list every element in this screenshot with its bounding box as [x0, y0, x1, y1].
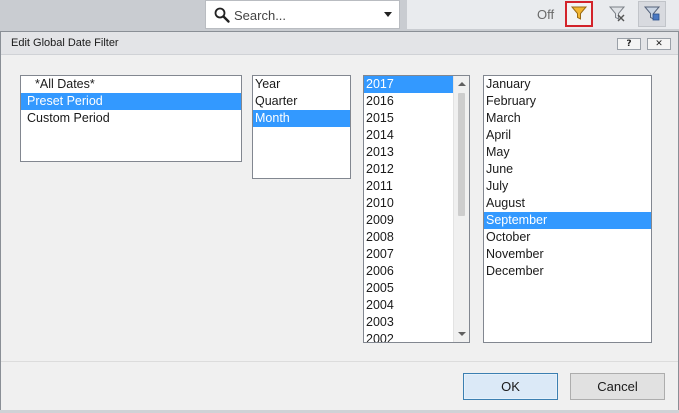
month-listbox[interactable]: January February March April May June Ju… — [483, 75, 652, 343]
period-listbox[interactable]: *All Dates* Preset Period Custom Period — [20, 75, 242, 162]
search-input[interactable] — [234, 6, 374, 24]
year-scrollbar[interactable] — [453, 76, 469, 342]
list-item[interactable]: November — [484, 246, 651, 263]
close-button[interactable]: ✕ — [647, 38, 671, 50]
scroll-up-arrow-icon[interactable] — [458, 82, 466, 86]
list-item[interactable]: May — [484, 144, 651, 161]
list-item[interactable]: Preset Period — [21, 93, 241, 110]
funnel-filter-icon — [570, 4, 588, 25]
list-item[interactable]: Year — [253, 76, 350, 93]
filter-tools: Off — [407, 0, 679, 29]
global-filter-button[interactable] — [565, 1, 593, 27]
list-item[interactable]: April — [484, 127, 651, 144]
dialog-titlebar: Edit Global Date Filter ? ✕ — [1, 32, 678, 55]
ok-button[interactable]: OK — [463, 373, 558, 400]
chevron-down-icon[interactable] — [384, 12, 392, 17]
list-item[interactable]: Custom Period — [21, 110, 241, 127]
granularity-listbox[interactable]: Year Quarter Month — [252, 75, 351, 179]
list-item[interactable]: 2006 — [364, 263, 453, 280]
list-item[interactable]: December — [484, 263, 651, 280]
list-item[interactable]: 2016 — [364, 93, 453, 110]
list-item[interactable]: Month — [253, 110, 350, 127]
list-item[interactable]: 2013 — [364, 144, 453, 161]
year-listbox[interactable]: 2017 2016 2015 2014 2013 2012 2011 2010 … — [363, 75, 470, 343]
list-item[interactable]: 2008 — [364, 229, 453, 246]
list-item[interactable]: October — [484, 229, 651, 246]
funnel-clear-icon — [608, 4, 626, 25]
list-item[interactable]: 2002 — [364, 331, 453, 342]
list-item[interactable]: 2009 — [364, 212, 453, 229]
list-item[interactable]: January — [484, 76, 651, 93]
list-item[interactable]: 2005 — [364, 280, 453, 297]
list-item[interactable]: 2007 — [364, 246, 453, 263]
dialog-footer: OK Cancel — [1, 361, 678, 410]
list-item[interactable]: 2004 — [364, 297, 453, 314]
list-item[interactable]: June — [484, 161, 651, 178]
magnifier-icon — [213, 6, 231, 24]
filter-state-label: Off — [537, 7, 555, 22]
clear-filter-button[interactable] — [603, 1, 631, 27]
list-item[interactable]: 2014 — [364, 127, 453, 144]
cancel-button[interactable]: Cancel — [570, 373, 665, 400]
list-item[interactable]: Quarter — [253, 93, 350, 110]
edit-filter-button[interactable] — [638, 1, 666, 27]
help-button[interactable]: ? — [617, 38, 641, 50]
list-item[interactable]: February — [484, 93, 651, 110]
list-item[interactable]: August — [484, 195, 651, 212]
list-item[interactable]: 2011 — [364, 178, 453, 195]
edit-global-date-filter-dialog: Edit Global Date Filter ? ✕ *All Dates* … — [0, 31, 679, 410]
list-item[interactable]: March — [484, 110, 651, 127]
scroll-down-arrow-icon[interactable] — [458, 332, 466, 336]
list-item[interactable]: 2012 — [364, 161, 453, 178]
funnel-edit-icon — [643, 4, 661, 25]
top-toolbar: Off — [0, 0, 679, 31]
scrollbar-thumb[interactable] — [458, 93, 465, 216]
list-item[interactable]: *All Dates* — [21, 76, 241, 93]
list-item[interactable]: September — [484, 212, 651, 229]
dialog-title: Edit Global Date Filter — [11, 37, 119, 49]
list-item[interactable]: 2015 — [364, 110, 453, 127]
list-item[interactable]: July — [484, 178, 651, 195]
list-item[interactable]: 2017 — [364, 76, 453, 93]
list-item[interactable]: 2003 — [364, 314, 453, 331]
list-item[interactable]: 2010 — [364, 195, 453, 212]
search-box[interactable] — [205, 0, 400, 29]
